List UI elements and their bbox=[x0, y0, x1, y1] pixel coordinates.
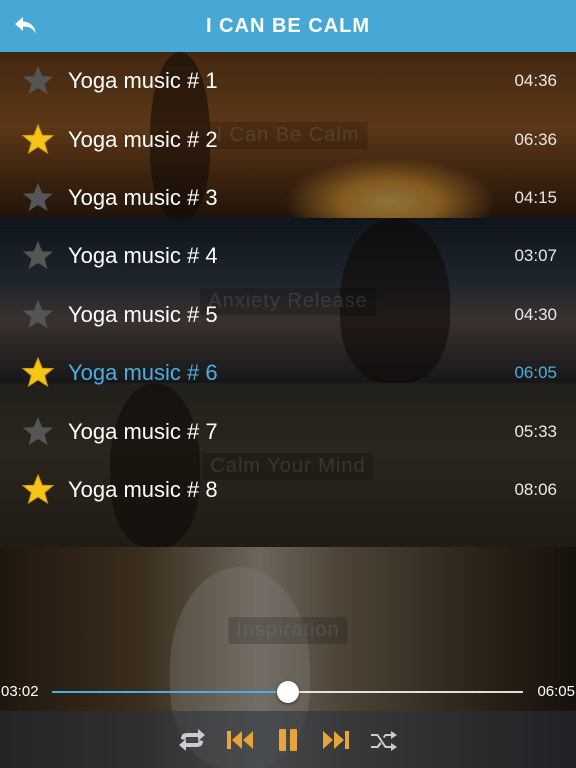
elapsed-time: 03:02 bbox=[1, 683, 39, 700]
star-empty-icon[interactable] bbox=[21, 64, 55, 98]
track-duration: 04:30 bbox=[514, 304, 557, 324]
pause-icon bbox=[279, 728, 297, 751]
track-row[interactable]: Yoga music # 8 08:06 bbox=[0, 461, 576, 519]
repeat-button[interactable] bbox=[175, 723, 209, 757]
track-row[interactable]: Yoga music # 6 06:05 bbox=[0, 344, 576, 402]
track-name: Yoga music # 8 bbox=[68, 476, 218, 502]
page-title: I CAN BE CALM bbox=[205, 14, 371, 37]
star-empty-icon[interactable] bbox=[21, 239, 55, 273]
next-button[interactable] bbox=[319, 723, 353, 757]
progress-fill bbox=[52, 691, 288, 693]
track-row[interactable]: Yoga music # 1 04:36 bbox=[0, 52, 576, 110]
star-filled-icon[interactable] bbox=[21, 123, 55, 157]
track-row[interactable]: Yoga music # 7 05:33 bbox=[0, 402, 576, 460]
previous-icon bbox=[227, 730, 253, 749]
back-arrow-icon bbox=[15, 17, 36, 34]
track-duration: 06:05 bbox=[514, 363, 557, 383]
header-bar: I CAN BE CALM bbox=[0, 0, 576, 52]
player-controls bbox=[0, 711, 576, 768]
track-row[interactable]: Yoga music # 2 06:36 bbox=[0, 110, 576, 168]
star-empty-icon[interactable] bbox=[21, 298, 55, 332]
next-icon bbox=[323, 730, 349, 749]
track-row[interactable]: Yoga music # 5 04:30 bbox=[0, 286, 576, 344]
track-duration: 06:36 bbox=[514, 129, 557, 149]
track-name: Yoga music # 4 bbox=[68, 243, 218, 269]
track-name: Yoga music # 1 bbox=[68, 68, 218, 94]
track-duration: 04:15 bbox=[514, 187, 557, 207]
track-name: Yoga music # 6 bbox=[68, 360, 218, 386]
repeat-icon bbox=[179, 728, 205, 751]
star-filled-icon[interactable] bbox=[21, 473, 55, 507]
track-duration: 04:36 bbox=[514, 71, 557, 91]
star-filled-icon[interactable] bbox=[21, 356, 55, 390]
track-name: Yoga music # 5 bbox=[68, 301, 218, 327]
shuffle-icon bbox=[371, 730, 397, 751]
back-button[interactable] bbox=[8, 8, 44, 44]
track-list: Yoga music # 1 04:36 Yoga music # 2 06:36 Yo… bbox=[0, 52, 576, 519]
star-empty-icon[interactable] bbox=[21, 181, 55, 215]
shuffle-button[interactable] bbox=[367, 723, 401, 757]
track-name: Yoga music # 7 bbox=[68, 418, 218, 444]
track-duration: 03:07 bbox=[514, 246, 557, 266]
pause-button[interactable] bbox=[271, 723, 305, 757]
track-duration: 05:33 bbox=[514, 421, 557, 441]
star-empty-icon[interactable] bbox=[21, 415, 55, 449]
track-name: Yoga music # 2 bbox=[68, 126, 218, 152]
track-row[interactable]: Yoga music # 3 04:15 bbox=[0, 169, 576, 227]
total-time: 06:05 bbox=[537, 683, 575, 700]
track-duration: 08:06 bbox=[514, 479, 557, 499]
track-name: Yoga music # 3 bbox=[68, 184, 218, 210]
progress-slider[interactable] bbox=[52, 681, 523, 703]
previous-button[interactable] bbox=[223, 723, 257, 757]
app-screen: I Can Be Calm Anxiety Release Calm Your … bbox=[0, 0, 576, 768]
progress-thumb[interactable] bbox=[276, 681, 299, 703]
track-row[interactable]: Yoga music # 4 03:07 bbox=[0, 227, 576, 285]
